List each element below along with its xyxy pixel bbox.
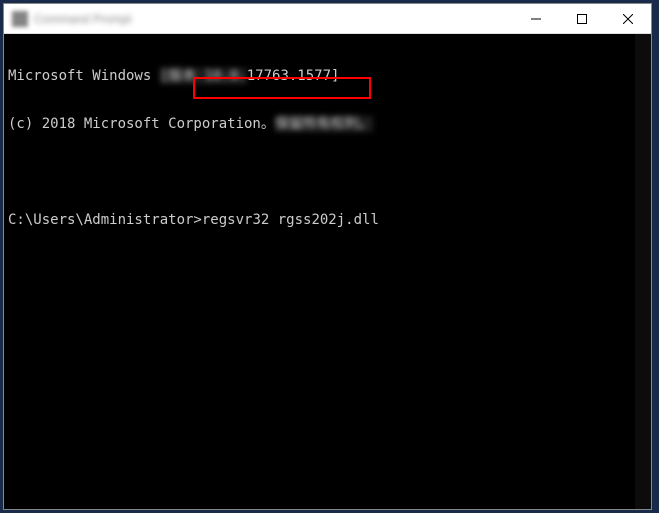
window-controls	[513, 4, 651, 33]
terminal-blank-line	[4, 164, 651, 180]
window-title: Command Prompt	[34, 12, 131, 26]
titlebar-left: Command Prompt	[4, 11, 131, 27]
copyright-prefix: (c) 2018 Microsoft Corporation。	[8, 116, 275, 132]
terminal-area[interactable]: Microsoft Windows [版本 10.0.17763.1577] (…	[4, 34, 651, 509]
version-suffix: 17763.1577]	[247, 68, 340, 84]
version-blurred: [版本 10.0.	[160, 68, 247, 84]
maximize-button[interactable]	[559, 4, 605, 33]
prompt-text: C:\Users\Administrator>	[8, 212, 202, 228]
cmd-icon	[12, 11, 28, 27]
vertical-scrollbar[interactable]	[635, 34, 651, 509]
command-text: regsvr32 rgss202j.dll	[202, 212, 379, 228]
terminal-prompt-line: C:\Users\Administrator>regsvr32 rgss202j…	[4, 212, 651, 228]
terminal-line-version: Microsoft Windows [版本 10.0.17763.1577]	[4, 68, 651, 84]
command-prompt-window: Command Prompt Microsoft Windows [版本 10.…	[3, 3, 652, 510]
terminal-line-copyright: (c) 2018 Microsoft Corporation。保留所有权利。	[4, 116, 651, 132]
version-prefix: Microsoft Windows	[8, 68, 160, 84]
minimize-button[interactable]	[513, 4, 559, 33]
copyright-blurred: 保留所有权利。	[275, 116, 373, 132]
titlebar: Command Prompt	[4, 4, 651, 34]
close-button[interactable]	[605, 4, 651, 33]
